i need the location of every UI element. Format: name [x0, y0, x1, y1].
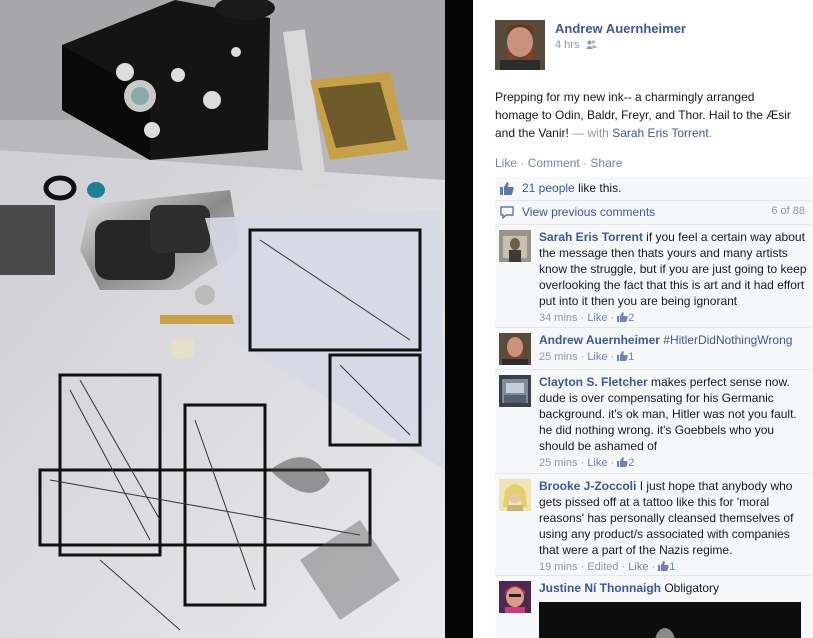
likes-row: 21 people like this.: [495, 177, 813, 201]
comment-text[interactable]: #HitlerDidNothingWrong: [663, 333, 792, 347]
comment: Brooke J-Zoccoli I just hope that anybod…: [495, 474, 813, 576]
avatar-image: [499, 581, 531, 613]
avatar-image: [499, 230, 531, 262]
comment-body: Andrew Auernheimer #HitlerDidNothingWron…: [539, 332, 807, 365]
tattoo-photo-illustration: [0, 0, 473, 638]
action-separator: ·: [583, 156, 588, 170]
feedback-box: 21 people like this. View previous comme…: [495, 177, 813, 638]
post-actions: Like · Comment · Share: [495, 156, 622, 170]
comment: Sarah Eris Torrent if you feel a certain…: [495, 225, 813, 328]
share-link[interactable]: Share: [590, 156, 622, 170]
comment-link[interactable]: Comment: [528, 156, 580, 170]
view-previous-row: View previous comments 6 of 88: [495, 201, 813, 225]
post-message: Prepping for my new ink-- a charmingly a…: [495, 88, 795, 142]
post-time[interactable]: 4 hrs: [555, 39, 579, 51]
avatar-image: [495, 20, 545, 70]
tag-suffix: .: [708, 126, 713, 140]
friends-icon: [585, 40, 597, 49]
comment-time[interactable]: 19 mins: [539, 561, 578, 573]
thumbs-up-icon: [500, 182, 514, 195]
commenter-name[interactable]: Sarah Eris Torrent: [539, 230, 643, 244]
comment-like-link[interactable]: Like: [628, 561, 648, 573]
post-timestamp[interactable]: 4 hrs: [555, 39, 597, 51]
tagged-friend-link[interactable]: Sarah Eris Torrent: [612, 126, 709, 140]
commenter-name[interactable]: Brooke J-Zoccoli: [539, 479, 636, 493]
comment-meta: 34 mins · Like · 2: [539, 312, 635, 324]
comment-bubble-icon: [500, 206, 514, 219]
comment-time[interactable]: 34 mins: [539, 312, 578, 324]
attached-image: [539, 602, 801, 638]
comment-meta: 25 mins · Like · 2: [539, 457, 635, 469]
comment-body: Clayton S. Fletcher makes perfect sense …: [539, 374, 807, 471]
commenter-avatar[interactable]: [499, 581, 531, 613]
post-side-panel: Andrew Auernheimer 4 hrs Prepping for my…: [473, 0, 813, 638]
comment-likes-count[interactable]: 2: [628, 312, 634, 324]
author-avatar[interactable]: [495, 20, 545, 70]
comment-attached-image[interactable]: [539, 602, 801, 638]
comment: Andrew Auernheimer #HitlerDidNothingWron…: [495, 328, 813, 370]
avatar-image: [499, 333, 531, 365]
commenter-avatar[interactable]: [499, 479, 531, 511]
action-separator: ·: [520, 156, 525, 170]
comment-like-link[interactable]: Like: [587, 351, 607, 363]
avatar-image: [499, 479, 531, 511]
comment-body: Justine Ní Thonnaigh Obligatory: [539, 580, 807, 638]
comment-meta: 25 mins · Like · 1: [539, 351, 635, 363]
commenter-name[interactable]: Clayton S. Fletcher: [539, 375, 648, 389]
comment: Clayton S. Fletcher makes perfect sense …: [495, 370, 813, 474]
comments-count: 6 of 88: [771, 205, 805, 217]
comment: Justine Ní Thonnaigh Obligatory: [495, 576, 813, 638]
post-photo[interactable]: [0, 0, 473, 638]
comment-edited[interactable]: Edited: [587, 561, 618, 573]
comment-body: Sarah Eris Torrent if you feel a certain…: [539, 229, 807, 326]
post-header: Andrew Auernheimer 4 hrs: [495, 20, 805, 72]
likes-count-link[interactable]: 21 people: [522, 181, 575, 195]
comment-likes-count[interactable]: 1: [628, 351, 634, 363]
commenter-name[interactable]: Justine Ní Thonnaigh: [539, 581, 661, 595]
commenter-name[interactable]: Andrew Auernheimer: [539, 333, 660, 347]
commenter-avatar[interactable]: [499, 230, 531, 262]
likes-summary: 21 people like this.: [522, 181, 621, 195]
commenter-avatar[interactable]: [499, 375, 531, 407]
comment-likes-count[interactable]: 2: [628, 457, 634, 469]
comment-like-link[interactable]: Like: [587, 457, 607, 469]
comment-time[interactable]: 25 mins: [539, 457, 578, 469]
thumbs-up-icon: [617, 351, 628, 361]
commenter-avatar[interactable]: [499, 333, 531, 365]
likes-suffix: like this.: [578, 181, 622, 195]
comment-time[interactable]: 25 mins: [539, 351, 578, 363]
comment-body: Brooke J-Zoccoli I just hope that anybod…: [539, 478, 807, 575]
view-previous-comments-link[interactable]: View previous comments: [522, 205, 655, 219]
like-link[interactable]: Like: [495, 156, 517, 170]
avatar-image: [499, 375, 531, 407]
comment-like-link[interactable]: Like: [587, 312, 607, 324]
comment-text: Obligatory: [664, 581, 720, 595]
with-prefix: — with: [572, 126, 609, 140]
thumbs-up-icon: [617, 312, 628, 322]
author-name[interactable]: Andrew Auernheimer: [555, 21, 686, 36]
comment-meta: 19 mins · Edited · Like · 1: [539, 561, 676, 573]
thumbs-up-icon: [617, 457, 628, 467]
thumbs-up-icon: [658, 561, 669, 571]
comment-likes-count[interactable]: 1: [669, 561, 675, 573]
